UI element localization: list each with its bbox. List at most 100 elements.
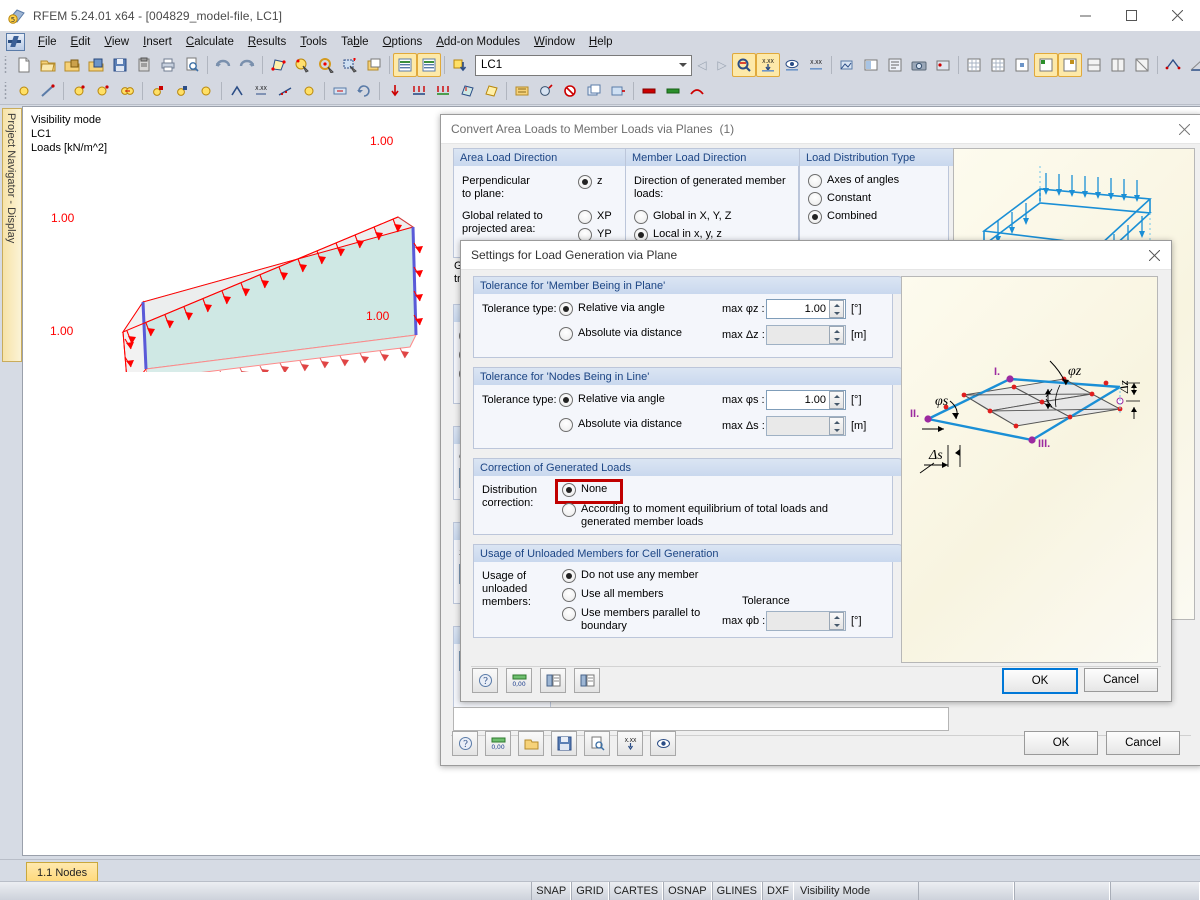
project-navigator-tab[interactable]: Project Navigator - Display	[2, 108, 22, 362]
status-osnap[interactable]: OSNAP	[663, 882, 712, 900]
nodes-icon[interactable]	[297, 79, 321, 103]
menu-table[interactable]: Table	[334, 34, 376, 50]
menu-results[interactable]: Results	[241, 34, 293, 50]
surface-load-icon[interactable]	[455, 79, 479, 103]
division-icon[interactable]	[273, 79, 297, 103]
new-load-case-icon[interactable]	[448, 53, 472, 77]
undo-icon[interactable]	[211, 53, 235, 77]
select-circle-icon[interactable]	[314, 53, 338, 77]
solid-icon[interactable]	[115, 79, 139, 103]
grid-icon[interactable]	[962, 53, 986, 77]
table-view-icon[interactable]	[393, 53, 417, 77]
menu-insert[interactable]: Insert	[136, 34, 179, 50]
grid-4-icon[interactable]	[1082, 53, 1106, 77]
convert-dialog-list-strip[interactable]	[453, 707, 949, 731]
open-recent-icon[interactable]	[84, 53, 108, 77]
default-values-icon[interactable]: 0,00	[485, 731, 511, 756]
copy-loads-icon[interactable]	[582, 79, 606, 103]
grid-6-icon[interactable]	[1130, 53, 1154, 77]
previous-load-case-button[interactable]: ◁	[692, 55, 712, 75]
angle-icon[interactable]	[1185, 53, 1200, 77]
eccentricity-icon[interactable]: X.XX	[249, 79, 273, 103]
pin-icon[interactable]	[931, 53, 955, 77]
show-loads-icon[interactable]	[732, 53, 756, 77]
convert-dialog-cancel-button[interactable]: Cancel	[1106, 731, 1180, 755]
toolbar-grip[interactable]	[3, 55, 10, 75]
print-icon[interactable]	[156, 53, 180, 77]
redo-icon[interactable]	[235, 53, 259, 77]
print-preview-icon[interactable]	[180, 53, 204, 77]
open-file-icon[interactable]	[36, 53, 60, 77]
spinner-max-delta-z[interactable]	[829, 326, 844, 344]
radio-relative-via-angle-line[interactable]: Relative via angle	[559, 393, 665, 407]
convert-dialog-ok-button[interactable]: OK	[1024, 731, 1098, 755]
window-minimize-button[interactable]	[1062, 0, 1108, 31]
menu-addon-modules[interactable]: Add-on Modules	[429, 34, 527, 50]
radio-direction-z[interactable]: z	[578, 175, 603, 189]
radio-absolute-via-distance-line[interactable]: Absolute via distance	[559, 418, 682, 432]
spinner-max-delta-s[interactable]	[829, 417, 844, 435]
visibility-icon[interactable]	[780, 53, 804, 77]
select-node-icon[interactable]	[290, 53, 314, 77]
load-wizard-icon[interactable]	[510, 79, 534, 103]
chevron-down-icon[interactable]	[679, 62, 687, 67]
menu-options[interactable]: Options	[376, 34, 430, 50]
radio-relative-via-angle-plane[interactable]: Relative via angle	[559, 302, 665, 316]
deformation-icon[interactable]	[685, 79, 709, 103]
open-settings-icon[interactable]	[518, 731, 544, 756]
status-glines[interactable]: GLINES	[711, 882, 762, 900]
rotate-icon[interactable]	[352, 79, 376, 103]
radio-correction-moment-equilibrium[interactable]: According to moment equilibrium of total…	[562, 503, 862, 529]
visibility-eye-icon[interactable]	[650, 731, 676, 756]
settings-dialog-ok-button[interactable]: OK	[1002, 668, 1078, 694]
input-max-phi-s[interactable]: 1.00	[766, 390, 846, 410]
status-snap[interactable]: SNAP	[531, 882, 572, 900]
help-icon[interactable]: ?	[472, 668, 498, 693]
input-max-phi-b[interactable]	[766, 611, 846, 631]
radio-constant[interactable]: Constant	[808, 192, 871, 206]
radio-absolute-via-distance-plane[interactable]: Absolute via distance	[559, 327, 682, 341]
move-icon[interactable]	[328, 79, 352, 103]
radio-combined[interactable]: Combined	[808, 210, 877, 224]
clipboard-icon[interactable]	[132, 53, 156, 77]
surface-icon[interactable]	[91, 79, 115, 103]
line-support-icon[interactable]	[170, 79, 194, 103]
input-max-delta-z[interactable]	[766, 325, 846, 345]
free-load-icon[interactable]	[479, 79, 503, 103]
radio-use-members-parallel[interactable]: Use members parallel to boundary	[562, 607, 712, 633]
grid-highlight-icon[interactable]	[1034, 53, 1058, 77]
toolbar-2-grip[interactable]	[3, 81, 10, 101]
display-props-icon[interactable]	[859, 53, 883, 77]
help-icon[interactable]: ?	[452, 731, 478, 756]
next-load-case-button[interactable]: ▷	[712, 55, 732, 75]
member-load-icon[interactable]	[407, 79, 431, 103]
new-file-icon[interactable]	[12, 53, 36, 77]
load-values-icon[interactable]: X.XX	[756, 53, 780, 77]
select-rect-icon[interactable]	[338, 53, 362, 77]
nodal-load-icon[interactable]	[383, 79, 407, 103]
load-case-combobox[interactable]: LC1	[475, 54, 692, 76]
settings-dialog-cancel-button[interactable]: Cancel	[1084, 668, 1158, 692]
line-load-icon[interactable]	[431, 79, 455, 103]
radio-do-not-use-any-member[interactable]: Do not use any member	[562, 569, 698, 583]
menu-window[interactable]: Window	[527, 34, 582, 50]
radio-use-all-members[interactable]: Use all members	[562, 588, 664, 602]
window-maximize-button[interactable]	[1108, 0, 1154, 31]
open-model-icon[interactable]	[60, 53, 84, 77]
radio-correction-none[interactable]: None	[562, 483, 607, 497]
input-max-delta-s[interactable]	[766, 416, 846, 436]
menu-edit[interactable]: Edit	[64, 34, 98, 50]
units-icon[interactable]	[540, 668, 566, 693]
status-dxf[interactable]: DXF	[762, 882, 794, 900]
result-values-icon[interactable]: X.XX	[804, 53, 828, 77]
save-settings-icon[interactable]	[551, 731, 577, 756]
delete-loads-icon[interactable]	[558, 79, 582, 103]
surface-support-icon[interactable]	[194, 79, 218, 103]
model-3d-view[interactable]: 1.00 1.00 1.00 1.00	[28, 117, 448, 372]
spinner-max-phi-b[interactable]	[829, 612, 844, 630]
preview-icon[interactable]	[584, 731, 610, 756]
hinge-icon[interactable]	[225, 79, 249, 103]
menu-help[interactable]: Help	[582, 34, 620, 50]
render-icon[interactable]	[835, 53, 859, 77]
grid-3-icon[interactable]	[1010, 53, 1034, 77]
